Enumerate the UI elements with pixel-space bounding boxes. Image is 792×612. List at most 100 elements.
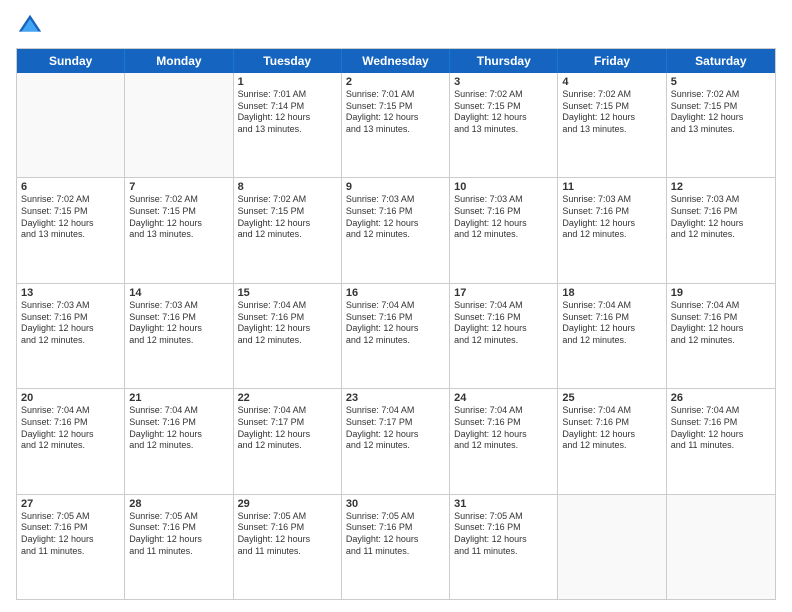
header-day-wednesday: Wednesday bbox=[342, 49, 450, 73]
header-day-thursday: Thursday bbox=[450, 49, 558, 73]
header-day-monday: Monday bbox=[125, 49, 233, 73]
day-info: Sunrise: 7:04 AM Sunset: 7:16 PM Dayligh… bbox=[129, 405, 228, 452]
week-row-2: 13Sunrise: 7:03 AM Sunset: 7:16 PM Dayli… bbox=[17, 284, 775, 389]
day-number: 9 bbox=[346, 181, 445, 193]
calendar-cell: 6Sunrise: 7:02 AM Sunset: 7:15 PM Daylig… bbox=[17, 178, 125, 282]
day-info: Sunrise: 7:03 AM Sunset: 7:16 PM Dayligh… bbox=[454, 194, 553, 241]
day-info: Sunrise: 7:04 AM Sunset: 7:17 PM Dayligh… bbox=[238, 405, 337, 452]
day-info: Sunrise: 7:05 AM Sunset: 7:16 PM Dayligh… bbox=[21, 511, 120, 558]
calendar-cell bbox=[667, 495, 775, 599]
calendar-cell: 9Sunrise: 7:03 AM Sunset: 7:16 PM Daylig… bbox=[342, 178, 450, 282]
calendar-cell bbox=[17, 73, 125, 177]
day-info: Sunrise: 7:03 AM Sunset: 7:16 PM Dayligh… bbox=[346, 194, 445, 241]
day-info: Sunrise: 7:05 AM Sunset: 7:16 PM Dayligh… bbox=[346, 511, 445, 558]
calendar-cell: 3Sunrise: 7:02 AM Sunset: 7:15 PM Daylig… bbox=[450, 73, 558, 177]
day-info: Sunrise: 7:04 AM Sunset: 7:16 PM Dayligh… bbox=[562, 300, 661, 347]
calendar-cell: 8Sunrise: 7:02 AM Sunset: 7:15 PM Daylig… bbox=[234, 178, 342, 282]
day-info: Sunrise: 7:04 AM Sunset: 7:16 PM Dayligh… bbox=[21, 405, 120, 452]
day-number: 27 bbox=[21, 498, 120, 510]
week-row-0: 1Sunrise: 7:01 AM Sunset: 7:14 PM Daylig… bbox=[17, 73, 775, 178]
week-row-4: 27Sunrise: 7:05 AM Sunset: 7:16 PM Dayli… bbox=[17, 495, 775, 599]
day-info: Sunrise: 7:01 AM Sunset: 7:14 PM Dayligh… bbox=[238, 89, 337, 136]
calendar-cell: 28Sunrise: 7:05 AM Sunset: 7:16 PM Dayli… bbox=[125, 495, 233, 599]
calendar-cell: 11Sunrise: 7:03 AM Sunset: 7:16 PM Dayli… bbox=[558, 178, 666, 282]
day-number: 8 bbox=[238, 181, 337, 193]
calendar: SundayMondayTuesdayWednesdayThursdayFrid… bbox=[16, 48, 776, 600]
calendar-cell bbox=[558, 495, 666, 599]
day-number: 18 bbox=[562, 287, 661, 299]
day-number: 14 bbox=[129, 287, 228, 299]
calendar-header: SundayMondayTuesdayWednesdayThursdayFrid… bbox=[17, 49, 775, 73]
day-number: 25 bbox=[562, 392, 661, 404]
calendar-cell: 2Sunrise: 7:01 AM Sunset: 7:15 PM Daylig… bbox=[342, 73, 450, 177]
day-info: Sunrise: 7:04 AM Sunset: 7:16 PM Dayligh… bbox=[346, 300, 445, 347]
day-info: Sunrise: 7:02 AM Sunset: 7:15 PM Dayligh… bbox=[238, 194, 337, 241]
day-info: Sunrise: 7:04 AM Sunset: 7:16 PM Dayligh… bbox=[671, 300, 771, 347]
header-day-tuesday: Tuesday bbox=[234, 49, 342, 73]
week-row-3: 20Sunrise: 7:04 AM Sunset: 7:16 PM Dayli… bbox=[17, 389, 775, 494]
day-number: 17 bbox=[454, 287, 553, 299]
calendar-cell: 22Sunrise: 7:04 AM Sunset: 7:17 PM Dayli… bbox=[234, 389, 342, 493]
day-number: 19 bbox=[671, 287, 771, 299]
day-info: Sunrise: 7:05 AM Sunset: 7:16 PM Dayligh… bbox=[129, 511, 228, 558]
day-number: 7 bbox=[129, 181, 228, 193]
calendar-cell: 16Sunrise: 7:04 AM Sunset: 7:16 PM Dayli… bbox=[342, 284, 450, 388]
day-number: 5 bbox=[671, 76, 771, 88]
header-day-sunday: Sunday bbox=[17, 49, 125, 73]
calendar-cell: 15Sunrise: 7:04 AM Sunset: 7:16 PM Dayli… bbox=[234, 284, 342, 388]
calendar-cell: 29Sunrise: 7:05 AM Sunset: 7:16 PM Dayli… bbox=[234, 495, 342, 599]
day-number: 22 bbox=[238, 392, 337, 404]
day-number: 6 bbox=[21, 181, 120, 193]
day-number: 16 bbox=[346, 287, 445, 299]
day-info: Sunrise: 7:03 AM Sunset: 7:16 PM Dayligh… bbox=[129, 300, 228, 347]
day-info: Sunrise: 7:05 AM Sunset: 7:16 PM Dayligh… bbox=[238, 511, 337, 558]
calendar-cell: 31Sunrise: 7:05 AM Sunset: 7:16 PM Dayli… bbox=[450, 495, 558, 599]
day-number: 24 bbox=[454, 392, 553, 404]
week-row-1: 6Sunrise: 7:02 AM Sunset: 7:15 PM Daylig… bbox=[17, 178, 775, 283]
calendar-cell: 26Sunrise: 7:04 AM Sunset: 7:16 PM Dayli… bbox=[667, 389, 775, 493]
calendar-body: 1Sunrise: 7:01 AM Sunset: 7:14 PM Daylig… bbox=[17, 73, 775, 599]
day-info: Sunrise: 7:01 AM Sunset: 7:15 PM Dayligh… bbox=[346, 89, 445, 136]
calendar-cell: 19Sunrise: 7:04 AM Sunset: 7:16 PM Dayli… bbox=[667, 284, 775, 388]
day-info: Sunrise: 7:04 AM Sunset: 7:16 PM Dayligh… bbox=[454, 405, 553, 452]
day-info: Sunrise: 7:04 AM Sunset: 7:17 PM Dayligh… bbox=[346, 405, 445, 452]
day-number: 2 bbox=[346, 76, 445, 88]
logo bbox=[16, 12, 48, 40]
calendar-cell: 7Sunrise: 7:02 AM Sunset: 7:15 PM Daylig… bbox=[125, 178, 233, 282]
day-info: Sunrise: 7:04 AM Sunset: 7:16 PM Dayligh… bbox=[671, 405, 771, 452]
day-info: Sunrise: 7:03 AM Sunset: 7:16 PM Dayligh… bbox=[21, 300, 120, 347]
day-info: Sunrise: 7:02 AM Sunset: 7:15 PM Dayligh… bbox=[21, 194, 120, 241]
day-number: 20 bbox=[21, 392, 120, 404]
day-number: 10 bbox=[454, 181, 553, 193]
calendar-cell: 12Sunrise: 7:03 AM Sunset: 7:16 PM Dayli… bbox=[667, 178, 775, 282]
day-number: 28 bbox=[129, 498, 228, 510]
day-number: 11 bbox=[562, 181, 661, 193]
calendar-cell: 24Sunrise: 7:04 AM Sunset: 7:16 PM Dayli… bbox=[450, 389, 558, 493]
calendar-cell bbox=[125, 73, 233, 177]
calendar-cell: 17Sunrise: 7:04 AM Sunset: 7:16 PM Dayli… bbox=[450, 284, 558, 388]
day-number: 21 bbox=[129, 392, 228, 404]
day-info: Sunrise: 7:04 AM Sunset: 7:16 PM Dayligh… bbox=[238, 300, 337, 347]
calendar-cell: 27Sunrise: 7:05 AM Sunset: 7:16 PM Dayli… bbox=[17, 495, 125, 599]
calendar-cell: 4Sunrise: 7:02 AM Sunset: 7:15 PM Daylig… bbox=[558, 73, 666, 177]
calendar-cell: 23Sunrise: 7:04 AM Sunset: 7:17 PM Dayli… bbox=[342, 389, 450, 493]
day-number: 30 bbox=[346, 498, 445, 510]
day-number: 4 bbox=[562, 76, 661, 88]
day-info: Sunrise: 7:03 AM Sunset: 7:16 PM Dayligh… bbox=[671, 194, 771, 241]
calendar-cell: 20Sunrise: 7:04 AM Sunset: 7:16 PM Dayli… bbox=[17, 389, 125, 493]
day-number: 31 bbox=[454, 498, 553, 510]
header-day-friday: Friday bbox=[558, 49, 666, 73]
day-number: 1 bbox=[238, 76, 337, 88]
day-number: 23 bbox=[346, 392, 445, 404]
calendar-cell: 5Sunrise: 7:02 AM Sunset: 7:15 PM Daylig… bbox=[667, 73, 775, 177]
logo-icon bbox=[16, 12, 44, 40]
calendar-cell: 10Sunrise: 7:03 AM Sunset: 7:16 PM Dayli… bbox=[450, 178, 558, 282]
calendar-cell: 14Sunrise: 7:03 AM Sunset: 7:16 PM Dayli… bbox=[125, 284, 233, 388]
day-info: Sunrise: 7:02 AM Sunset: 7:15 PM Dayligh… bbox=[129, 194, 228, 241]
day-info: Sunrise: 7:04 AM Sunset: 7:16 PM Dayligh… bbox=[454, 300, 553, 347]
day-info: Sunrise: 7:04 AM Sunset: 7:16 PM Dayligh… bbox=[562, 405, 661, 452]
day-number: 3 bbox=[454, 76, 553, 88]
day-number: 26 bbox=[671, 392, 771, 404]
day-info: Sunrise: 7:02 AM Sunset: 7:15 PM Dayligh… bbox=[562, 89, 661, 136]
header bbox=[16, 12, 776, 40]
